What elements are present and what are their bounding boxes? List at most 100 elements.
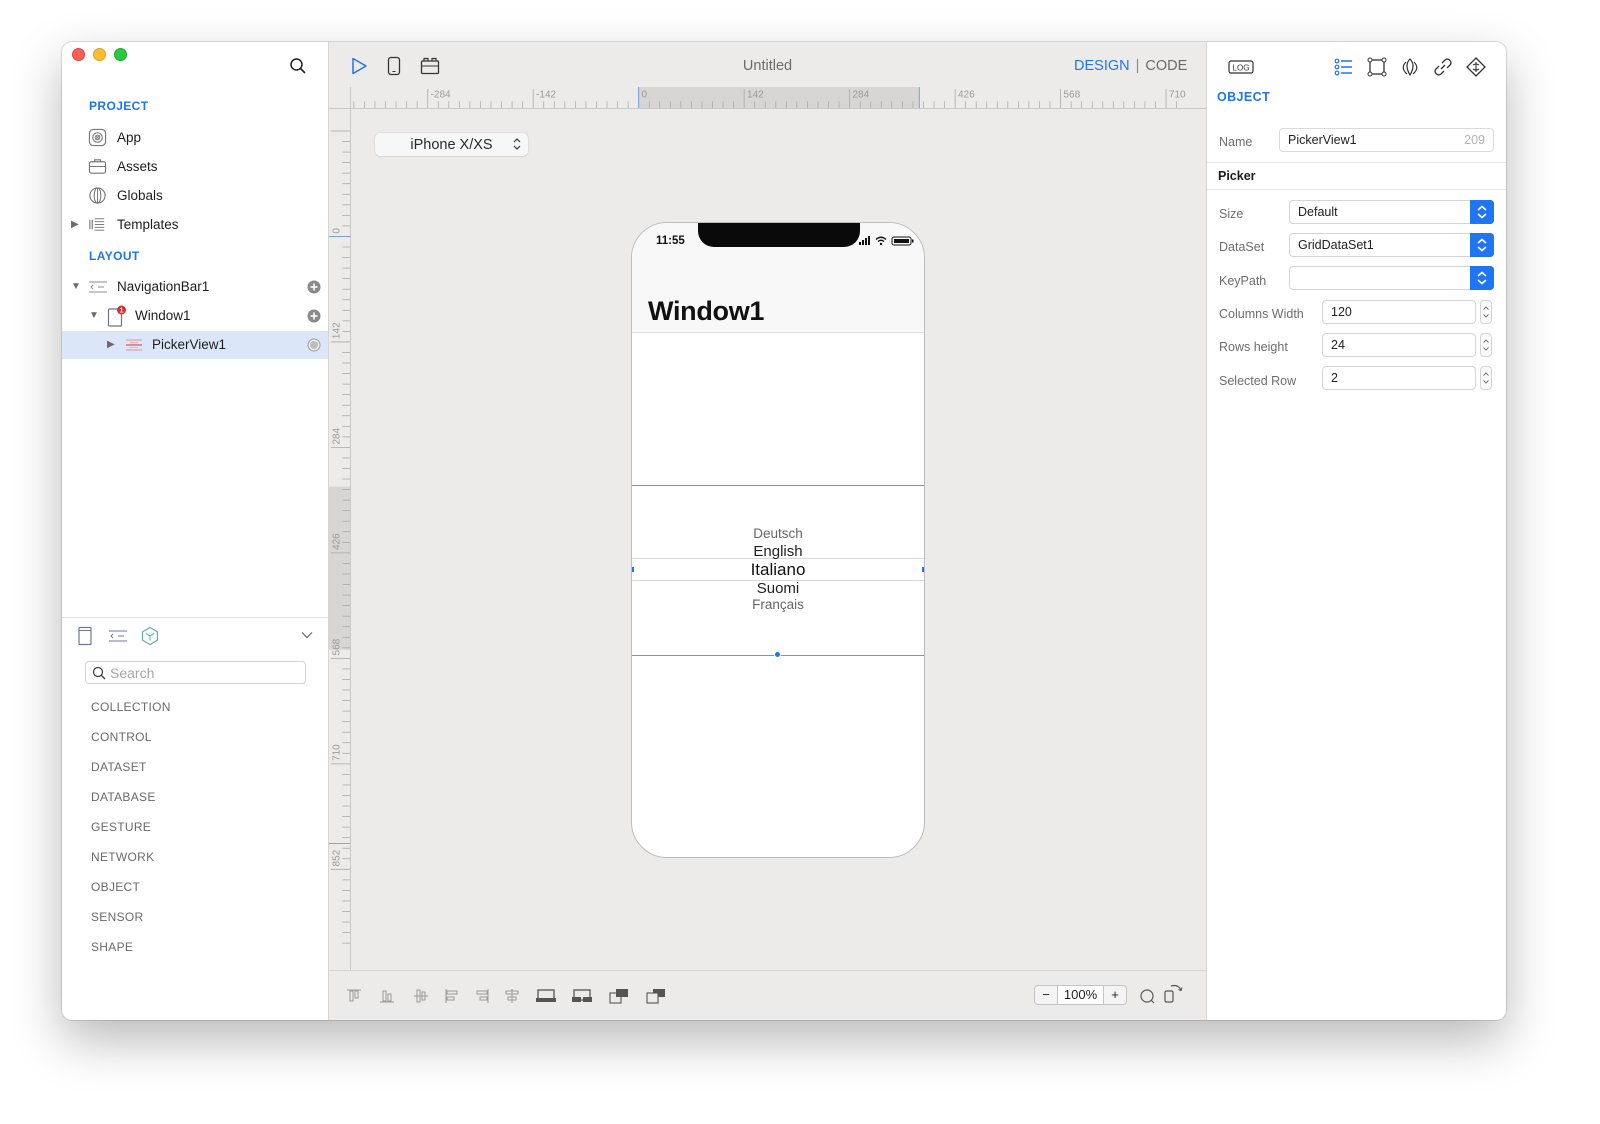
phone-preview[interactable]: 11:55 Window1 Deutsch English Italiano S…: [631, 222, 925, 858]
library-category-sensor[interactable]: SENSOR: [91, 910, 143, 924]
ruler-label: 852: [332, 849, 343, 866]
align-vertical-center-icon[interactable]: [412, 987, 430, 1005]
library-category-gesture[interactable]: GESTURE: [91, 820, 151, 834]
project-item-globals[interactable]: Globals: [62, 181, 328, 209]
zoom-level[interactable]: 100%: [1057, 986, 1104, 1004]
disclosure-triangle-icon[interactable]: ▶: [71, 219, 79, 230]
disclosure-triangle-icon[interactable]: ▼: [71, 281, 81, 292]
library-category-collection[interactable]: COLLECTION: [91, 700, 171, 714]
library-tab-navbar-icon[interactable]: [108, 626, 128, 646]
layout-tree-item-window1[interactable]: ▼ 1 Window1: [62, 302, 328, 330]
window-controls: [72, 48, 127, 61]
library-tab-window-icon[interactable]: [76, 626, 96, 646]
align-top-icon[interactable]: [345, 987, 363, 1005]
selected-row-field[interactable]: 2: [1322, 366, 1476, 390]
layout-tree-item-pickerview1[interactable]: ▶ PickerView1: [62, 331, 328, 359]
library-search-input[interactable]: [110, 664, 300, 681]
resize-handle-left[interactable]: [632, 566, 635, 573]
add-child-icon[interactable]: [307, 280, 321, 294]
name-counter: 209: [1464, 133, 1485, 147]
embed-in-view-icon[interactable]: [535, 987, 557, 1005]
rows-height-stepper[interactable]: [1480, 333, 1492, 357]
library-search-field[interactable]: [85, 661, 306, 684]
radio-indicator-icon[interactable]: [307, 338, 321, 352]
zoom-in-button[interactable]: +: [1104, 986, 1126, 1004]
project-item-assets[interactable]: Assets: [62, 152, 328, 180]
layout-frame-icon[interactable]: [1366, 56, 1388, 78]
library-category-dataset[interactable]: DATASET: [91, 760, 147, 774]
project-item-templates[interactable]: ▶ Templates: [62, 210, 328, 238]
vertical-ruler[interactable]: 0 142 284 426 568 710 852: [329, 109, 351, 971]
library-category-object[interactable]: OBJECT: [91, 880, 140, 894]
minimize-button[interactable]: [93, 48, 106, 61]
ruler-label: 142: [332, 322, 343, 339]
layout-section-title: LAYOUT: [89, 249, 140, 263]
ruler-label: 568: [332, 638, 343, 655]
navigation-bar-preview[interactable]: 11:55 Window1: [632, 223, 924, 333]
battery-icon: [891, 236, 914, 246]
keypath-popup[interactable]: [1289, 266, 1494, 290]
disclosure-triangle-icon[interactable]: ▶: [107, 339, 115, 350]
align-left-icon[interactable]: [443, 987, 461, 1005]
columns-width-stepper[interactable]: [1480, 300, 1492, 324]
close-button[interactable]: [72, 48, 85, 61]
selected-row-stepper[interactable]: [1480, 366, 1492, 390]
zoom-out-button[interactable]: −: [1035, 986, 1057, 1004]
resize-handle-right[interactable]: [921, 566, 924, 573]
columns-width-field[interactable]: 120: [1322, 300, 1476, 324]
layout-tree-label: Window1: [135, 308, 191, 323]
style-lotus-icon[interactable]: [1399, 56, 1421, 78]
log-icon[interactable]: LOG: [1227, 56, 1255, 78]
library-category-database[interactable]: DATABASE: [91, 790, 156, 804]
ruler-label: 0: [642, 90, 648, 101]
align-bottom-icon[interactable]: [378, 987, 396, 1005]
project-item-app[interactable]: App: [62, 123, 328, 151]
dataset-label: DataSet: [1219, 240, 1265, 254]
ruler-label: 284: [332, 427, 343, 444]
align-horizontal-center-icon[interactable]: [503, 987, 521, 1005]
project-item-label: Assets: [117, 158, 158, 174]
picker-row[interactable]: Italiano: [632, 560, 924, 580]
properties-list-icon[interactable]: [1333, 56, 1355, 78]
layout-tree-item-navigationbar1[interactable]: ▼ NavigationBar1: [62, 273, 328, 301]
library-category-network[interactable]: NETWORK: [91, 850, 154, 864]
status-bar-time: 11:55: [656, 235, 685, 247]
rotate-device-icon[interactable]: [1163, 982, 1185, 1004]
picker-row[interactable]: English: [632, 543, 924, 560]
send-to-back-icon[interactable]: [645, 987, 667, 1005]
design-mode-tab[interactable]: DESIGN: [1074, 58, 1130, 74]
sidebar: PROJECT App Assets Globals ▶ Templates L…: [62, 42, 329, 1020]
chevron-down-icon[interactable]: [300, 628, 314, 642]
add-child-icon[interactable]: [307, 309, 321, 323]
code-diamond-icon[interactable]: [1465, 56, 1487, 78]
search-icon[interactable]: [289, 57, 307, 75]
zoom-fit-icon[interactable]: [1139, 988, 1157, 1006]
picker-row[interactable]: Suomi: [632, 580, 924, 597]
name-field[interactable]: PickerView1 209: [1279, 128, 1494, 152]
device-selector[interactable]: iPhone X/XS: [375, 133, 528, 156]
library-tab-object-icon[interactable]: [140, 626, 160, 646]
rows-height-field[interactable]: 24: [1322, 333, 1476, 357]
project-item-label: Globals: [117, 187, 163, 203]
picker-section-header: Picker: [1207, 162, 1506, 190]
app-icon: [88, 128, 107, 146]
library-category-control[interactable]: CONTROL: [91, 730, 152, 744]
bring-to-front-icon[interactable]: [608, 987, 630, 1005]
size-popup[interactable]: Default: [1289, 200, 1494, 224]
dataset-popup[interactable]: GridDataSet1: [1289, 233, 1494, 257]
library-category-shape[interactable]: SHAPE: [91, 940, 133, 954]
embed-split-icon[interactable]: [571, 987, 593, 1005]
resize-handle-bottom[interactable]: [774, 651, 781, 658]
project-item-label: Templates: [117, 216, 179, 232]
link-icon[interactable]: [1432, 56, 1454, 78]
picker-row[interactable]: Français: [632, 597, 924, 612]
status-bar-icons: [859, 236, 914, 246]
code-mode-tab[interactable]: CODE: [1145, 58, 1187, 74]
horizontal-ruler[interactable]: -284 -142 0 142 284 426 568 710: [351, 87, 1206, 109]
disclosure-triangle-icon[interactable]: ▼: [89, 310, 99, 321]
align-right-icon[interactable]: [473, 987, 491, 1005]
error-badge: 1: [120, 308, 124, 315]
zoom-button[interactable]: [114, 48, 127, 61]
picker-view-preview[interactable]: Deutsch English Italiano Suomi Français: [632, 485, 924, 658]
picker-row[interactable]: Deutsch: [632, 526, 924, 541]
